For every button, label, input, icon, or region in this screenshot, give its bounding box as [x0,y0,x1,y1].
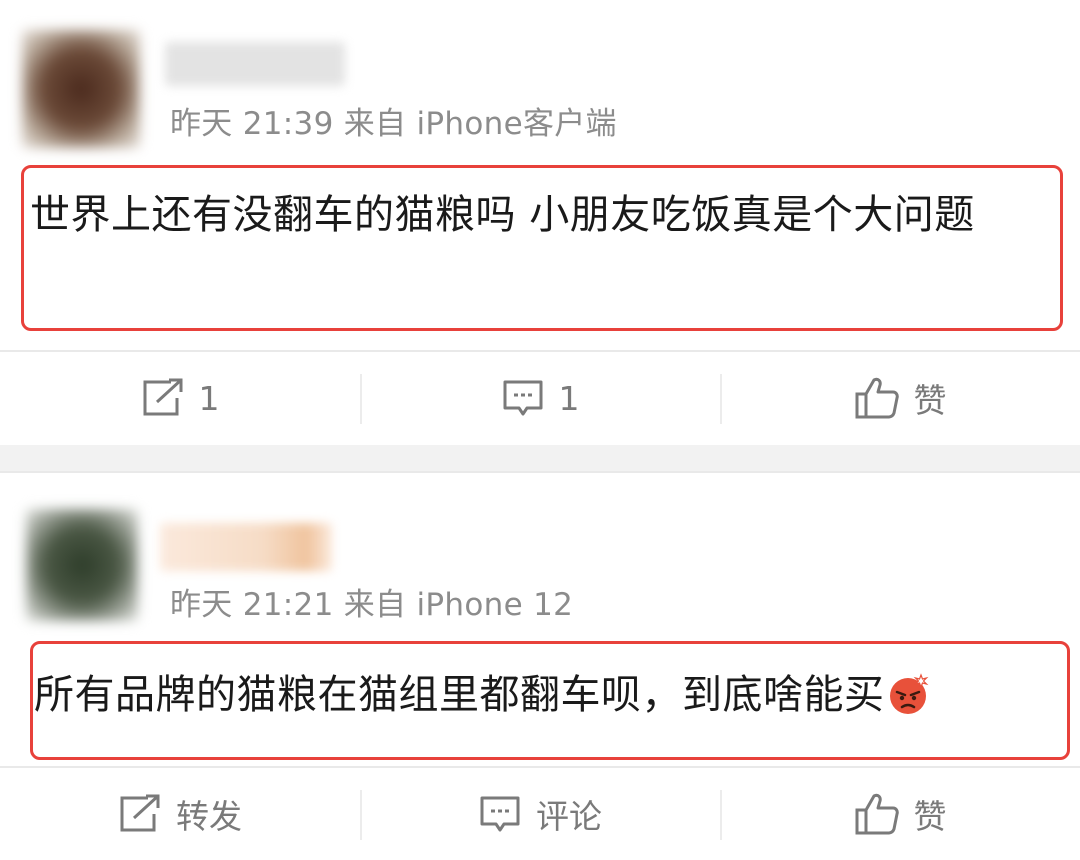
like-label: 赞 [913,381,947,420]
comment-icon [478,794,522,834]
repost-icon [141,378,185,418]
comment-label: 评论 [536,797,602,836]
post-time: 昨天 21:39 [170,106,334,142]
action-bar: 转发 评论 赞 [0,768,1080,860]
post-source: 来自 iPhone客户端 [343,106,617,142]
angry-emoji-icon [887,672,931,716]
post-content-text: 所有品牌的猫粮在猫组里都翻车呗，到底啥能买 [34,672,885,718]
action-bar: 1 1 赞 [0,352,1080,444]
like-icon [854,376,900,420]
repost-button[interactable]: 1 [0,352,360,444]
comment-icon [501,378,545,418]
like-button[interactable]: 赞 [720,768,1080,860]
post-time: 昨天 21:21 [170,587,334,623]
repost-icon [118,794,162,834]
post-source: 来自 iPhone 12 [343,587,574,623]
post-2: 昨天 21:21 来自 iPhone 12 所有品牌的猫粮在猫组里都翻车呗，到底… [0,473,1080,849]
comment-button[interactable]: 1 [360,352,720,444]
username-blurred[interactable] [165,42,345,86]
post-meta: 昨天 21:21 来自 iPhone 12 [170,579,573,624]
like-button[interactable]: 赞 [720,352,1080,444]
like-icon [854,792,900,836]
repost-count: 1 [198,378,220,418]
post-content: 所有品牌的猫粮在猫组里都翻车呗，到底啥能买 [34,663,1070,727]
repost-button[interactable]: 转发 [0,768,360,860]
avatar[interactable] [26,509,138,621]
avatar[interactable] [22,30,140,148]
username-blurred[interactable] [160,523,332,571]
comment-button[interactable]: 评论 [360,768,720,860]
comment-count: 1 [558,378,580,418]
repost-label: 转发 [176,797,242,836]
like-label: 赞 [913,797,947,836]
post-meta: 昨天 21:39 来自 iPhone客户端 [170,98,617,143]
section-gap [0,445,1080,473]
post-1: 昨天 21:39 来自 iPhone客户端 世界上还有没翻车的猫粮吗 小朋友吃饭… [0,0,1080,445]
post-content: 世界上还有没翻车的猫粮吗 小朋友吃饭真是个大问题 [30,192,975,238]
